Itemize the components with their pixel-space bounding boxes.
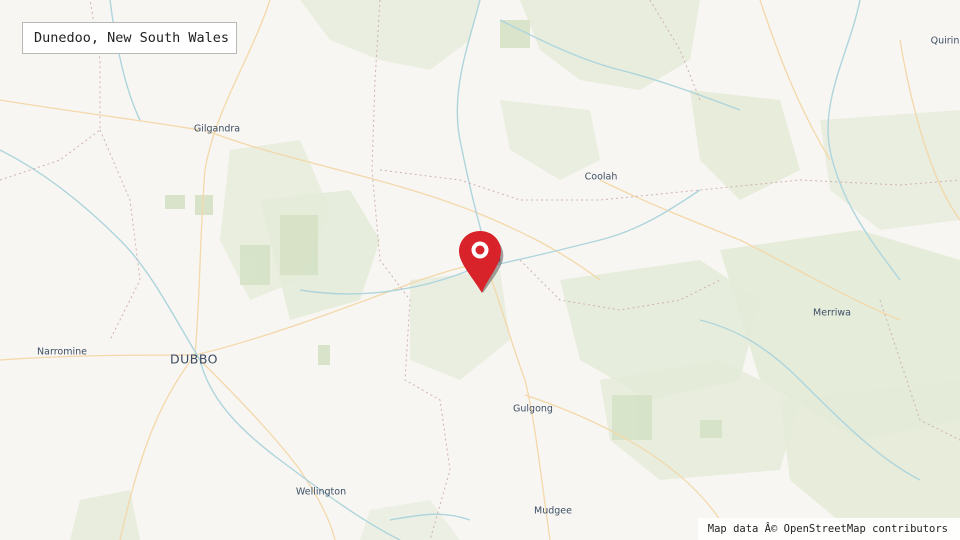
location-label: Dunedoo, New South Wales bbox=[22, 22, 237, 54]
vegetation-areas bbox=[70, 0, 960, 540]
map-attribution[interactable]: Map data Â© OpenStreetMap contributors bbox=[697, 518, 960, 540]
map-pin-icon[interactable] bbox=[455, 229, 507, 295]
map-canvas[interactable]: Dunedoo, New South Wales Gilgandra Coola… bbox=[0, 0, 960, 540]
place-label-merriwa: Merriwa bbox=[813, 307, 851, 319]
place-label-narromine: Narromine bbox=[37, 346, 87, 358]
place-label-gilgandra: Gilgandra bbox=[193, 123, 241, 135]
place-label-dubbo: DUBBO bbox=[169, 351, 219, 367]
place-label-coolah: Coolah bbox=[584, 171, 618, 183]
place-label-wellington: Wellington bbox=[295, 486, 347, 498]
place-label-mudgee: Mudgee bbox=[534, 505, 572, 517]
place-label-gulgong: Gulgong bbox=[513, 403, 553, 415]
place-label-quirindi: Quirin bbox=[930, 35, 960, 47]
